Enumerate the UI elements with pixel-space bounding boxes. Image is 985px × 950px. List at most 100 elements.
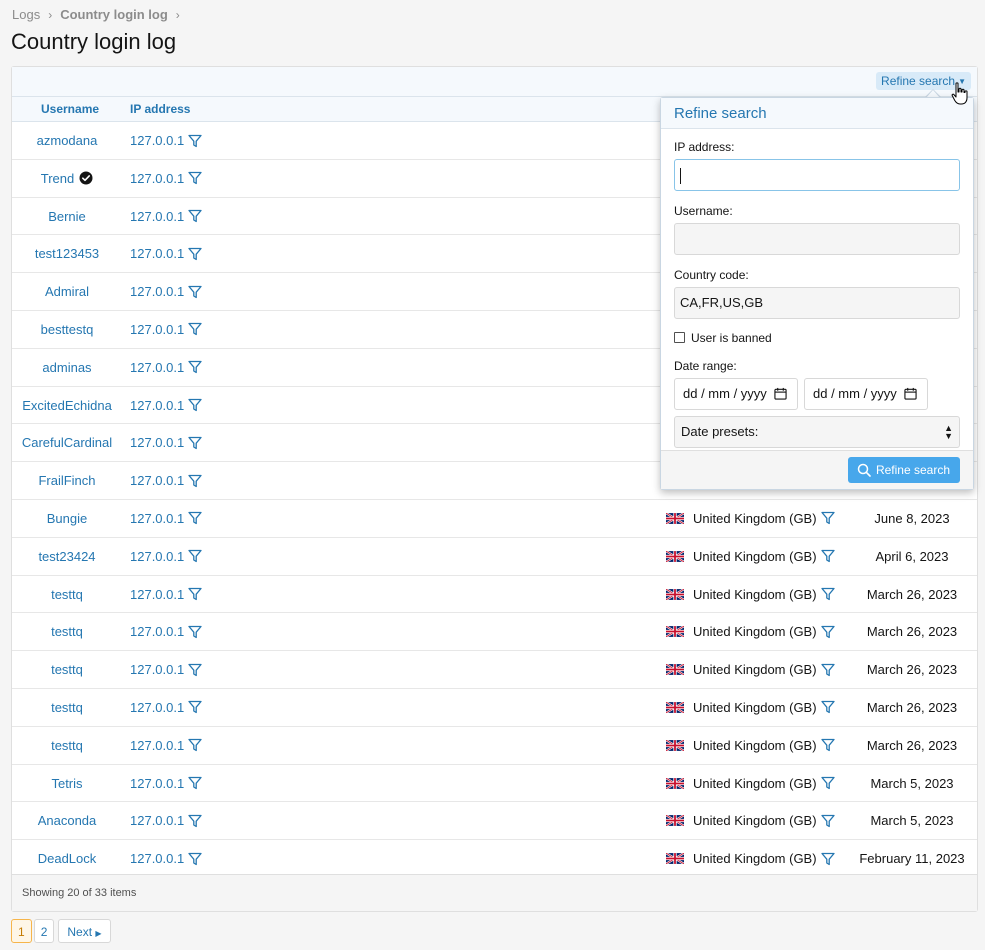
user-banned-checkbox[interactable]: [674, 332, 685, 343]
ip-link[interactable]: 127.0.0.1: [130, 549, 184, 564]
ip-link[interactable]: 127.0.0.1: [130, 587, 184, 602]
username-link[interactable]: testtq: [51, 700, 83, 715]
username-link[interactable]: Tetris: [51, 776, 82, 791]
filter-icon[interactable]: [820, 549, 835, 563]
ip-link[interactable]: 127.0.0.1: [130, 851, 184, 866]
filter-icon[interactable]: [188, 587, 202, 601]
next-page-button[interactable]: Next ▶: [58, 919, 111, 943]
username-link[interactable]: testtq: [51, 738, 83, 753]
breadcrumb-item-logs[interactable]: Logs: [12, 7, 40, 22]
ip-link[interactable]: 127.0.0.1: [130, 360, 184, 375]
ip-link[interactable]: 127.0.0.1: [130, 738, 184, 753]
filter-icon[interactable]: [188, 625, 202, 639]
filter-icon[interactable]: [188, 436, 202, 450]
ip-cell: 127.0.0.1: [130, 284, 202, 299]
ip-link[interactable]: 127.0.0.1: [130, 624, 184, 639]
filter-icon[interactable]: [820, 776, 835, 790]
country-name: United Kingdom (GB): [693, 586, 817, 602]
ip-link[interactable]: 127.0.0.1: [130, 511, 184, 526]
text-cursor: [680, 167, 681, 184]
username-link[interactable]: Bernie: [48, 209, 86, 224]
username-link[interactable]: Trend: [41, 171, 74, 186]
filter-icon[interactable]: [188, 814, 202, 828]
user-banned-label[interactable]: User is banned: [691, 331, 772, 345]
filter-icon[interactable]: [188, 398, 202, 412]
ip-link[interactable]: 127.0.0.1: [130, 133, 184, 148]
date-cell: February 11, 2023: [859, 851, 965, 867]
filter-icon[interactable]: [820, 511, 835, 525]
page-2-button[interactable]: 2: [33, 919, 55, 943]
filter-icon[interactable]: [820, 738, 835, 752]
ip-link[interactable]: 127.0.0.1: [130, 284, 184, 299]
username-link[interactable]: testtq: [51, 624, 83, 639]
username-link[interactable]: Bungie: [47, 511, 87, 526]
username-link[interactable]: test123453: [35, 246, 99, 261]
country-code-input[interactable]: CA,FR,US,GB: [674, 287, 960, 319]
filter-icon[interactable]: [188, 209, 202, 223]
filter-icon[interactable]: [188, 738, 202, 752]
search-icon: [857, 463, 871, 477]
calendar-icon[interactable]: [774, 387, 787, 400]
ip-address-input[interactable]: [674, 159, 960, 191]
username-link[interactable]: azmodana: [37, 133, 98, 148]
username-link[interactable]: DeadLock: [38, 851, 97, 866]
filter-icon[interactable]: [820, 814, 835, 828]
ip-link[interactable]: 127.0.0.1: [130, 171, 184, 186]
username-link[interactable]: Anaconda: [38, 813, 97, 828]
filter-icon[interactable]: [188, 511, 202, 525]
filter-icon[interactable]: [188, 247, 202, 261]
filter-icon[interactable]: [188, 171, 202, 185]
filter-icon[interactable]: [188, 663, 202, 677]
ip-link[interactable]: 127.0.0.1: [130, 700, 184, 715]
breadcrumb-item-current[interactable]: Country login log: [60, 7, 168, 22]
filter-icon[interactable]: [188, 852, 202, 866]
ip-link[interactable]: 127.0.0.1: [130, 398, 184, 413]
date-cell: March 26, 2023: [866, 737, 958, 753]
username-link[interactable]: test23424: [38, 549, 95, 564]
username-link[interactable]: FrailFinch: [38, 473, 95, 488]
ip-link[interactable]: 127.0.0.1: [130, 813, 184, 828]
ip-link[interactable]: 127.0.0.1: [130, 246, 184, 261]
filter-icon[interactable]: [820, 852, 835, 866]
filter-icon[interactable]: [188, 700, 202, 714]
username-link[interactable]: testtq: [51, 662, 83, 677]
column-header-username[interactable]: Username: [41, 102, 99, 116]
username-link[interactable]: adminas: [42, 360, 91, 375]
username-link[interactable]: ExcitedEchidna: [22, 398, 112, 413]
filter-icon[interactable]: [820, 663, 835, 677]
filter-icon[interactable]: [188, 134, 202, 148]
item-count: Showing 20 of 33 items: [22, 887, 137, 899]
username-link[interactable]: testtq: [51, 587, 83, 602]
date-start-input[interactable]: dd / mm / yyyy: [674, 378, 798, 410]
column-header-ip[interactable]: IP address: [130, 102, 190, 116]
popup-footer: Refine search: [661, 450, 973, 489]
date-end-input[interactable]: dd / mm / yyyy: [804, 378, 928, 410]
table-row: Bungie 127.0.0.1 United Kingdom (GB) June 8…: [12, 500, 977, 538]
username-input[interactable]: [674, 223, 960, 255]
filter-icon[interactable]: [820, 587, 835, 601]
ip-link[interactable]: 127.0.0.1: [130, 473, 184, 488]
calendar-icon[interactable]: [904, 387, 917, 400]
ip-link[interactable]: 127.0.0.1: [130, 662, 184, 677]
country-name: United Kingdom (GB): [693, 624, 817, 640]
refine-search-submit-button[interactable]: Refine search: [847, 457, 960, 483]
username-cell: testtq: [12, 700, 122, 715]
filter-icon[interactable]: [188, 776, 202, 790]
country-cell: United Kingdom (GB): [666, 700, 835, 715]
ip-link[interactable]: 127.0.0.1: [130, 435, 184, 450]
filter-icon[interactable]: [188, 360, 202, 374]
ip-link[interactable]: 127.0.0.1: [130, 322, 184, 337]
filter-icon[interactable]: [188, 549, 202, 563]
ip-link[interactable]: 127.0.0.1: [130, 209, 184, 224]
username-link[interactable]: besttestq: [41, 322, 94, 337]
filter-icon[interactable]: [820, 625, 835, 639]
filter-icon[interactable]: [188, 322, 202, 336]
filter-icon[interactable]: [188, 285, 202, 299]
username-link[interactable]: CarefulCardinal: [22, 435, 112, 450]
date-presets-select[interactable]: Date presets: ▲ ▼: [674, 416, 960, 448]
filter-icon[interactable]: [188, 474, 202, 488]
ip-link[interactable]: 127.0.0.1: [130, 776, 184, 791]
page-1-button[interactable]: 1: [11, 919, 32, 943]
username-link[interactable]: Admiral: [45, 284, 89, 299]
filter-icon[interactable]: [820, 700, 835, 714]
